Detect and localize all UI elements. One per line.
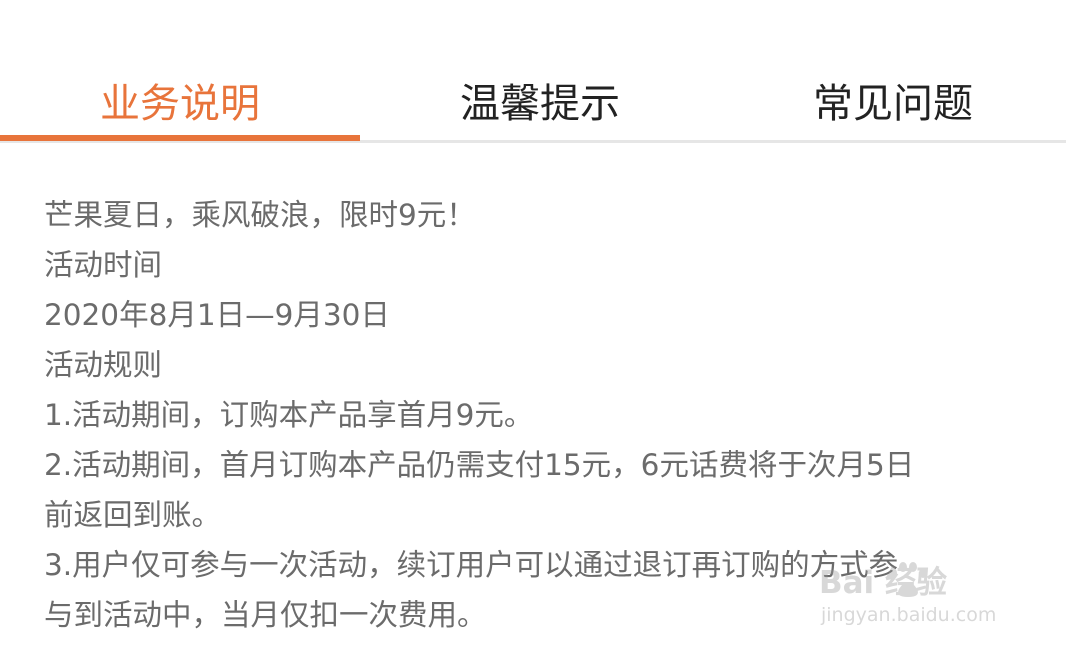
business-description-content: 芒果夏日，乘风破浪，限时9元！ 活动时间 2020年8月1日—9月30日 活动规… — [44, 190, 1034, 640]
promo-title: 芒果夏日，乘风破浪，限时9元！ — [44, 198, 476, 232]
rule-1: 1.活动期间，订购本产品享首月9元。 — [44, 398, 534, 432]
page: 业务说明 温馨提示 常见问题 芒果夏日，乘风破浪，限时9元！ 活动时间 2020… — [0, 0, 1066, 649]
tab-warm-tips[interactable]: 温馨提示 — [360, 70, 720, 130]
activity-time-value: 2020年8月1日—9月30日 — [44, 298, 390, 332]
tab-bar: 业务说明 温馨提示 常见问题 — [0, 0, 1066, 143]
rule-2-line-2: 前返回到账。 — [44, 498, 222, 532]
active-tab-indicator — [0, 135, 360, 141]
tab-label: 常见问题 — [813, 81, 973, 127]
rule-3-line-2: 与到活动中，当月仅扣一次费用。 — [44, 598, 487, 632]
tab-faq[interactable]: 常见问题 — [720, 70, 1066, 130]
tab-business-description[interactable]: 业务说明 — [0, 70, 360, 130]
tab-label: 业务说明 — [100, 81, 260, 127]
rule-3-line-1: 3.用户仅可参与一次活动，续订用户可以通过退订再订购的方式参 — [44, 548, 899, 582]
activity-rules-heading: 活动规则 — [44, 348, 163, 382]
rule-2-line-1: 2.活动期间，首月订购本产品仍需支付15元，6元话费将于次月5日 — [44, 448, 915, 482]
tab-label: 温馨提示 — [460, 81, 620, 127]
activity-time-heading: 活动时间 — [44, 248, 163, 282]
